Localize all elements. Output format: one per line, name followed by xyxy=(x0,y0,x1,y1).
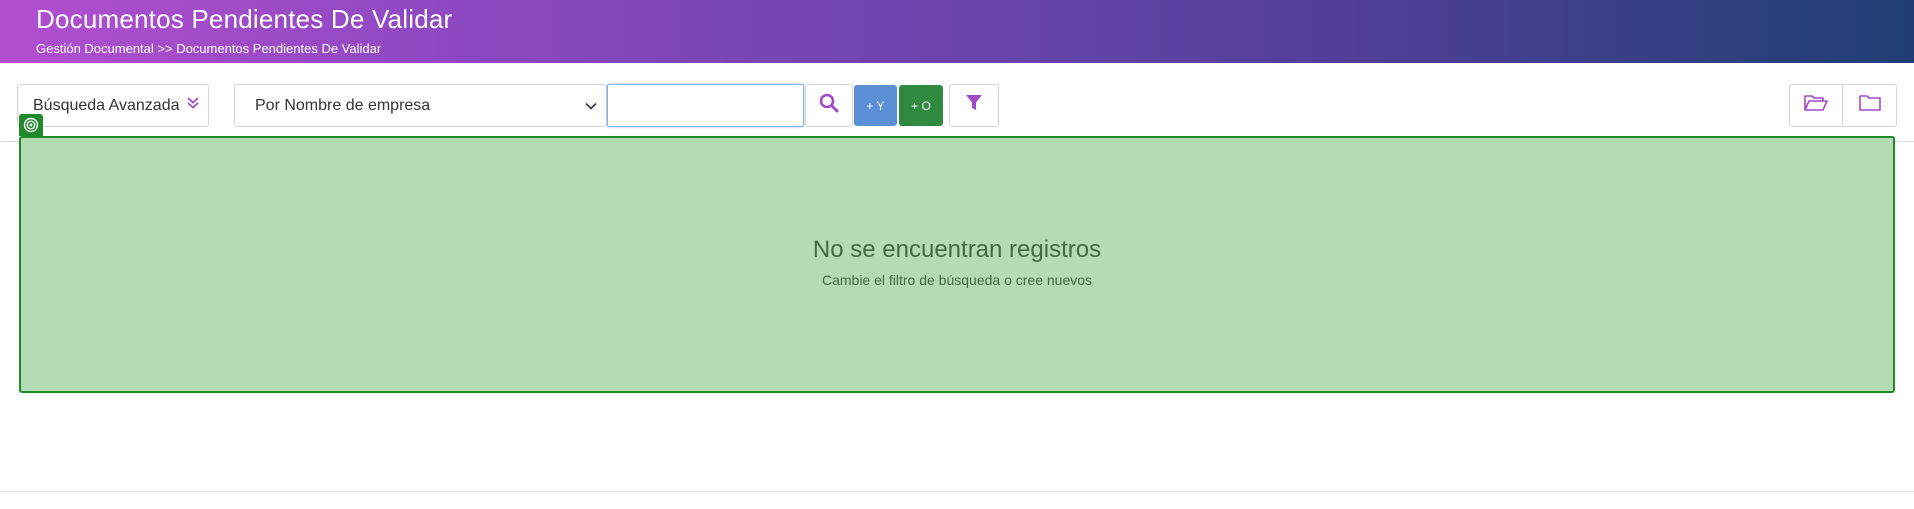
advanced-search-button[interactable]: Búsqueda Avanzada xyxy=(17,84,209,127)
empty-state-message: No se encuentran registros xyxy=(812,236,1102,263)
page-title: Documentos Pendientes De Validar xyxy=(36,4,453,34)
search-icon xyxy=(819,93,839,118)
advanced-search-label: Búsqueda Avanzada xyxy=(33,96,180,114)
add-or-condition-button[interactable]: + O xyxy=(899,85,943,126)
search-field-select-value: Por Nombre de empresa xyxy=(255,96,431,114)
folder-button[interactable] xyxy=(1842,84,1897,127)
add-and-condition-button[interactable]: + Y xyxy=(854,85,897,126)
search-input[interactable] xyxy=(607,84,804,127)
folder-icon xyxy=(1858,93,1882,118)
breadcrumb: Gestión Documental >> Documentos Pendien… xyxy=(36,41,382,56)
double-chevron-down-icon xyxy=(186,96,200,110)
filter-button[interactable] xyxy=(949,84,999,127)
search-field-select[interactable]: Por Nombre de empresa xyxy=(234,84,607,127)
filter-icon xyxy=(965,94,983,117)
target-icon xyxy=(19,114,43,136)
chevron-down-icon xyxy=(584,99,598,113)
open-folder-button[interactable] xyxy=(1789,84,1843,127)
folder-open-icon xyxy=(1803,93,1829,118)
empty-state-hint: Cambie el filtro de búsqueda o cree nuev… xyxy=(821,272,1093,288)
empty-results-panel: No se encuentran registros Cambie el fil… xyxy=(19,136,1895,393)
page-header: Documentos Pendientes De Validar Gestión… xyxy=(0,0,1914,63)
footer-divider xyxy=(0,491,1914,492)
search-button[interactable] xyxy=(805,84,853,127)
